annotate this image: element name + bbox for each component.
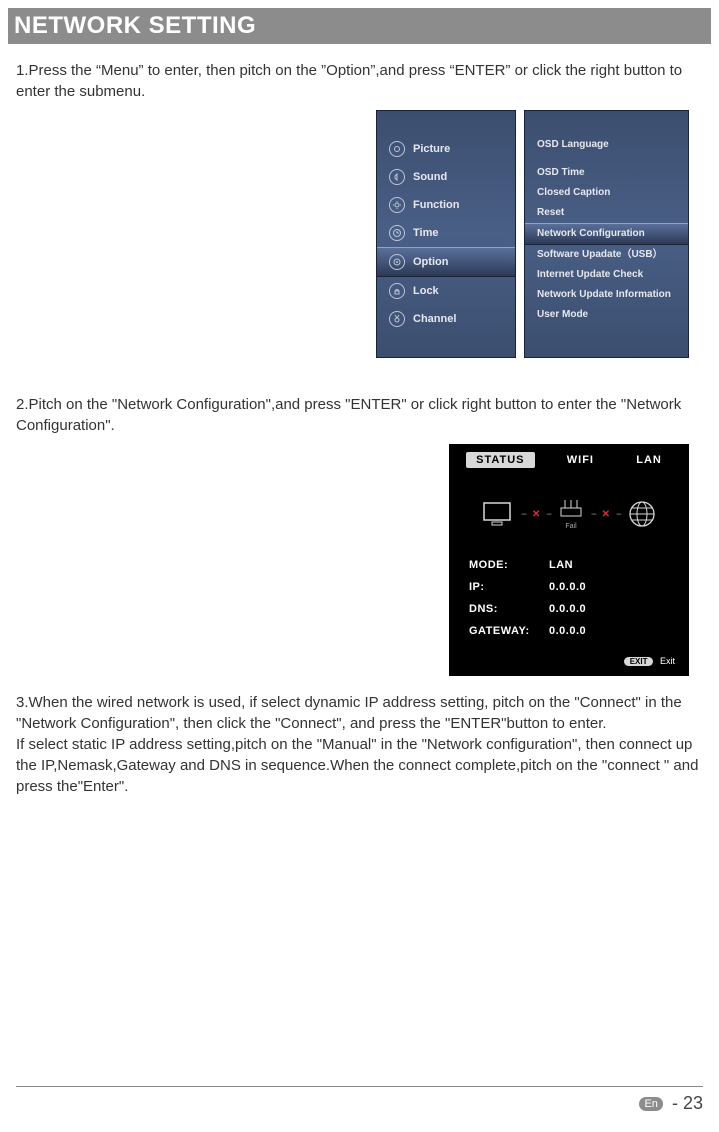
section-header: NETWORK SETTING [8,8,711,44]
status-panel-wrap: STATUS WIFI LAN -- ✕ -- Fail -- ✕ -- [0,444,719,676]
menu-item-sound[interactable]: Sound [377,163,515,191]
footer-sep: - [672,1093,678,1113]
router-block: Fail [557,498,585,530]
menu-item-label: Option [413,256,448,268]
menu-diagram: Picture Sound Function Time Option [0,110,719,358]
dash-icon: -- [591,509,596,520]
menu-item-function[interactable]: Function [377,191,515,219]
option-network-update-information[interactable]: Network Update Information [533,285,680,305]
channel-icon [389,311,405,327]
exit-label: Exit [660,656,675,666]
main-menu-panel: Picture Sound Function Time Option [376,110,516,358]
connection-graphic: -- ✕ -- Fail -- ✕ -- [449,480,689,554]
option-closed-caption[interactable]: Closed Caption [533,183,680,203]
field-label: MODE: [469,559,549,571]
fail-label: Fail [557,523,585,530]
option-osd-language[interactable]: OSD Language [533,135,680,155]
menu-item-label: Function [413,199,459,211]
menu-item-label: Lock [413,285,439,297]
language-badge: En [639,1097,662,1111]
monitor-icon [481,500,515,528]
exit-hint: EXIT Exit [449,652,689,666]
time-icon [389,225,405,241]
sound-icon [389,169,405,185]
field-label: DNS: [469,603,549,615]
field-dns: DNS: 0.0.0.0 [469,598,669,620]
field-label: IP: [469,581,549,593]
field-value: 0.0.0.0 [549,581,586,593]
field-ip: IP: 0.0.0.0 [469,576,669,598]
field-value: LAN [549,559,573,571]
page-number: 23 [683,1093,703,1113]
lock-icon [389,283,405,299]
menu-item-label: Sound [413,171,447,183]
option-reset[interactable]: Reset [533,203,680,223]
step1-text: 1.Press the “Menu” to enter, then pitch … [0,44,719,110]
step2-text: 2.Pitch on the "Network Configuration",a… [0,378,719,444]
fail-x-icon: ✕ [532,509,540,520]
status-fields: MODE: LAN IP: 0.0.0.0 DNS: 0.0.0.0 GATEW… [449,554,689,652]
network-status-panel: STATUS WIFI LAN -- ✕ -- Fail -- ✕ -- [449,444,689,676]
menu-item-picture[interactable]: Picture [377,135,515,163]
tab-status[interactable]: STATUS [466,452,534,468]
menu-item-label: Time [413,227,438,239]
step3-text: 3.When the wired network is used, if sel… [0,676,719,805]
dash-icon: -- [521,509,526,520]
field-value: 0.0.0.0 [549,625,586,637]
menu-item-option[interactable]: Option [377,247,515,277]
option-submenu-panel: OSD Language OSD Time Closed Caption Res… [524,110,689,358]
option-internet-update-check[interactable]: Internet Update Check [533,265,680,285]
menu-item-lock[interactable]: Lock [377,277,515,305]
tab-lan[interactable]: LAN [626,452,672,468]
field-label: GATEWAY: [469,625,549,637]
dash-icon: -- [616,509,621,520]
exit-badge: EXIT [624,657,654,666]
field-value: 0.0.0.0 [549,603,586,615]
option-user-mode[interactable]: User Mode [533,305,680,325]
dash-icon: -- [546,509,551,520]
function-icon [389,197,405,213]
status-tabs: STATUS WIFI LAN [449,444,689,480]
tab-wifi[interactable]: WIFI [557,452,604,468]
fail-x-icon: ✕ [602,509,610,520]
menu-item-label: Picture [413,143,450,155]
option-osd-time[interactable]: OSD Time [533,163,680,183]
field-gateway: GATEWAY: 0.0.0.0 [469,620,669,642]
option-software-update-usb[interactable]: Software Upadate（USB） [533,245,680,265]
option-icon [389,254,405,270]
router-icon [557,498,585,518]
option-network-configuration[interactable]: Network Configuration [525,223,688,245]
menu-item-label: Channel [413,313,456,325]
menu-item-time[interactable]: Time [377,219,515,247]
picture-icon [389,141,405,157]
page-footer: En - 23 [16,1086,703,1114]
menu-item-channel[interactable]: Channel [377,305,515,333]
field-mode: MODE: LAN [469,554,669,576]
globe-icon [627,499,657,529]
